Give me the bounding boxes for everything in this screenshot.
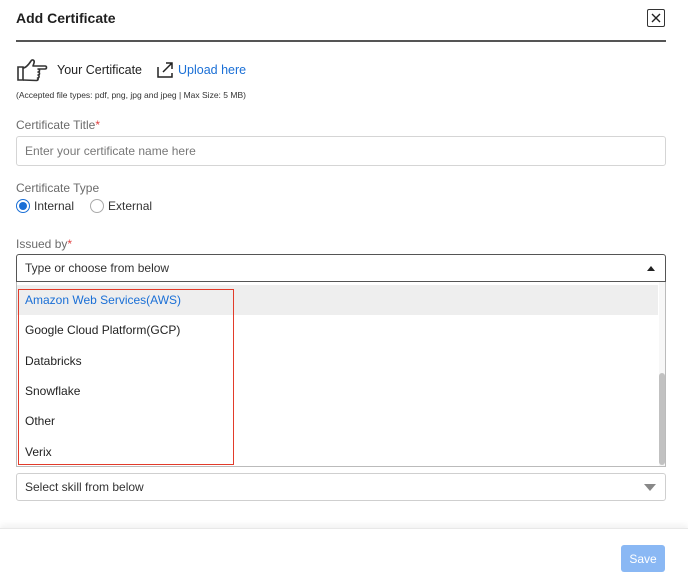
radio-external[interactable]: External [90, 199, 152, 213]
your-certificate-label: Your Certificate [57, 63, 142, 77]
caret-down-icon[interactable] [644, 484, 656, 491]
certificate-type-label: Certificate Type [16, 181, 100, 195]
issued-by-select[interactable]: Type or choose from below [16, 254, 666, 282]
dropdown-option-aws[interactable]: Amazon Web Services(AWS) [17, 285, 658, 316]
skill-placeholder: Select skill from below [25, 480, 144, 494]
radio-internal[interactable]: Internal [16, 199, 74, 213]
issued-by-label: Issued by* [16, 237, 73, 251]
upload-row: Your Certificate Upload here [16, 55, 246, 85]
required-asterisk: * [67, 237, 73, 251]
caret-up-icon[interactable] [647, 266, 655, 271]
close-button[interactable] [647, 9, 665, 27]
certificate-title-input[interactable] [16, 136, 666, 166]
issued-by-placeholder: Type or choose from below [25, 261, 170, 275]
upload-here-label: Upload here [178, 63, 247, 77]
modal-footer [0, 528, 688, 585]
dropdown-scrollbar-thumb[interactable] [659, 373, 665, 465]
external-link-icon [157, 62, 173, 78]
skill-select[interactable]: Select skill from below [16, 473, 666, 501]
header-divider [16, 40, 666, 42]
certificate-type-radio-group: Internal External [16, 199, 168, 213]
dropdown-option-databricks[interactable]: Databricks [17, 346, 665, 376]
required-asterisk: * [95, 118, 101, 132]
close-icon [651, 13, 661, 23]
radio-external-button[interactable] [90, 199, 105, 213]
radio-internal-button[interactable] [16, 199, 30, 213]
modal-title: Add Certificate [16, 10, 116, 26]
accepted-file-types: (Accepted file types: pdf, png, jpg and … [16, 90, 246, 100]
pointing-hand-icon [17, 59, 48, 82]
radio-external-label: External [108, 199, 153, 213]
dropdown-option-gcp[interactable]: Google Cloud Platform(GCP) [17, 315, 665, 345]
certificate-title-label: Certificate Title* [16, 118, 101, 132]
dropdown-option-verix[interactable]: Verix [17, 436, 665, 466]
radio-internal-label: Internal [34, 199, 75, 213]
issued-by-dropdown-list: Amazon Web Services(AWS) Google Cloud Pl… [16, 282, 666, 467]
save-button[interactable]: Save [621, 545, 665, 572]
dropdown-option-snowflake[interactable]: Snowflake [17, 376, 665, 406]
dropdown-option-other[interactable]: Other [17, 406, 665, 436]
upload-here-link[interactable]: Upload here [156, 61, 246, 79]
